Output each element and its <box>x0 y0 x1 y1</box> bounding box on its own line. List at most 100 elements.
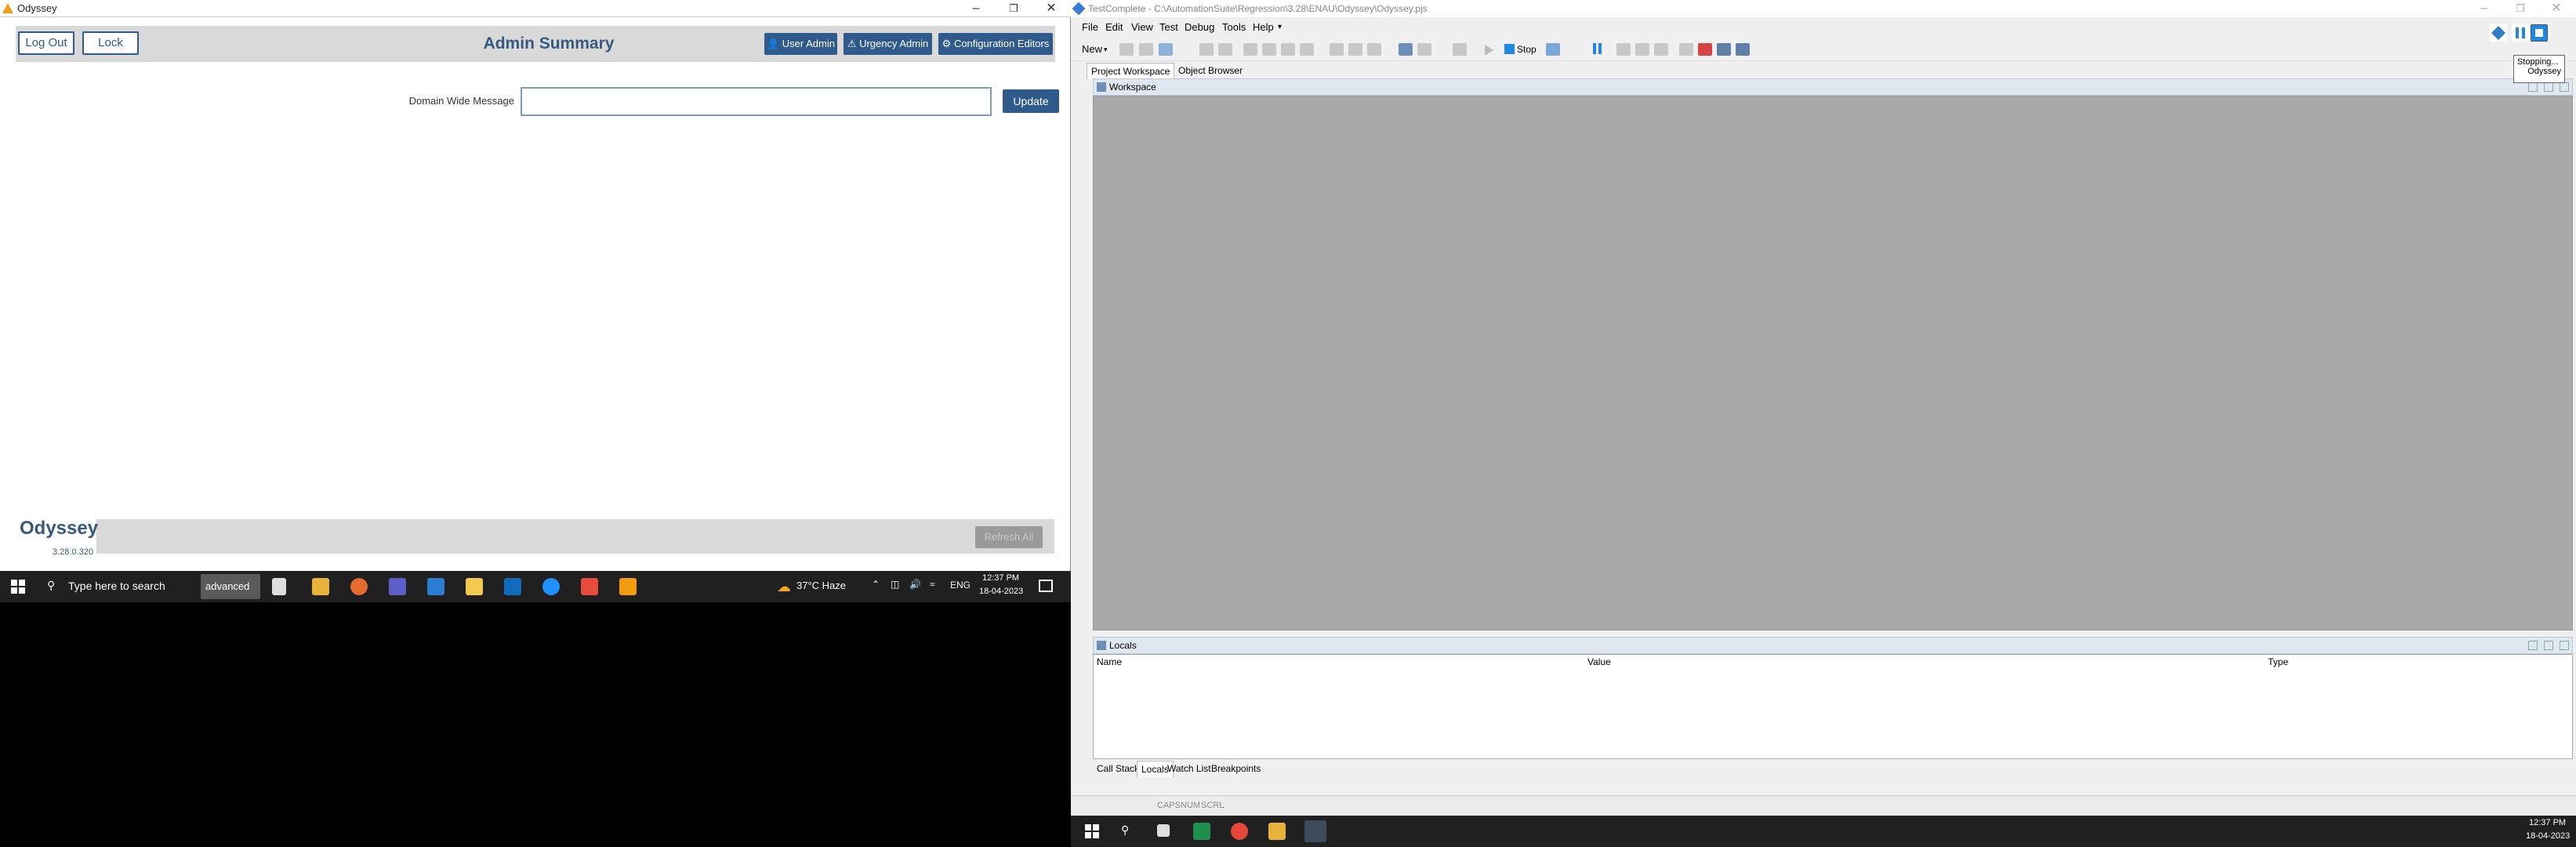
minimize-button[interactable]: – <box>958 0 994 17</box>
refresh-all-button[interactable]: Refresh All <box>975 526 1043 548</box>
save-icon[interactable] <box>1139 43 1153 56</box>
tc-minimize-button[interactable]: – <box>2466 0 2502 17</box>
step-into-icon[interactable] <box>1635 43 1649 56</box>
close-button[interactable]: ✕ <box>1033 0 1069 17</box>
clock-time[interactable]: 12:37 PM <box>982 573 1019 583</box>
menu-tools[interactable]: Tools <box>1222 17 1246 38</box>
volume-icon[interactable]: 🔊 <box>909 579 921 590</box>
testcomplete-taskbar-icon[interactable] <box>1304 820 1326 842</box>
open-icon[interactable] <box>1119 43 1134 56</box>
undo-icon[interactable] <box>1199 43 1214 56</box>
menu-test[interactable]: Test <box>1159 17 1178 38</box>
delete-icon[interactable] <box>1300 43 1314 56</box>
file-explorer-icon[interactable] <box>312 578 329 595</box>
app-icon[interactable] <box>427 578 444 595</box>
indent-icon[interactable] <box>1330 43 1344 56</box>
lock-button[interactable]: Lock <box>82 31 139 55</box>
menu-debug[interactable]: Debug <box>1185 17 1214 38</box>
edge-icon[interactable] <box>542 578 560 595</box>
domain-message-input[interactable] <box>521 87 992 116</box>
menu-help[interactable]: Help <box>1253 17 1274 38</box>
file-explorer-icon-2[interactable] <box>1268 823 1286 840</box>
excel-icon[interactable] <box>1193 823 1210 840</box>
tools-icon[interactable] <box>1736 43 1750 56</box>
user-admin-button[interactable]: 👤 User Admin <box>764 33 837 55</box>
menu-file[interactable]: File <box>1082 17 1098 38</box>
notification-icon[interactable] <box>1039 580 1053 592</box>
wifi-icon[interactable]: ≈ <box>930 579 935 590</box>
project-icon[interactable] <box>1159 43 1173 56</box>
debug-agent-icon[interactable] <box>1717 43 1731 56</box>
tab-call-stack[interactable]: Call Stack <box>1093 761 1143 776</box>
breakpoint-icon[interactable] <box>1698 43 1712 56</box>
tab-project-workspace[interactable]: Project Workspace <box>1087 63 1175 79</box>
teams-icon[interactable] <box>389 578 406 595</box>
locals-close-icon[interactable] <box>2560 641 2569 650</box>
object-spy-icon[interactable] <box>1399 43 1413 56</box>
column-type[interactable]: Type <box>2268 656 2288 667</box>
tc-close-button[interactable]: ✕ <box>2538 0 2574 17</box>
firefox-icon[interactable] <box>350 578 368 595</box>
windows-start-icon-2[interactable] <box>1085 824 1099 838</box>
notes-icon[interactable] <box>466 578 483 595</box>
run-icon[interactable] <box>1485 45 1493 56</box>
paste-icon[interactable] <box>1281 43 1295 56</box>
new-button[interactable]: New <box>1082 39 1102 60</box>
clock-time-2[interactable]: 12:37 PM <box>2529 818 2566 827</box>
copy-icon[interactable] <box>1262 43 1276 56</box>
clock-date-2[interactable]: 18-04-2023 <box>2526 831 2570 841</box>
step-over-icon[interactable] <box>1616 43 1631 56</box>
tab-object-browser[interactable]: Object Browser <box>1174 63 1246 78</box>
weather-text[interactable]: 37°C Haze <box>796 580 846 591</box>
cut-icon[interactable] <box>1243 43 1257 56</box>
evaluate-icon[interactable] <box>1679 43 1693 56</box>
close-panel-icon[interactable] <box>2560 82 2569 92</box>
step-icon[interactable] <box>1546 43 1560 56</box>
column-value[interactable]: Value <box>1587 656 1611 667</box>
advanced-app-button[interactable]: advanced <box>201 574 260 599</box>
locals-pin-icon[interactable] <box>2528 641 2538 650</box>
search-icon[interactable]: ⚲ <box>47 579 55 592</box>
menu-view[interactable]: View <box>1131 17 1153 38</box>
tab-breakpoints[interactable]: Breakpoints <box>1207 761 1264 776</box>
stop-icon[interactable] <box>1504 44 1515 54</box>
tc-restore-button[interactable]: ❐ <box>2502 0 2538 17</box>
restore-button[interactable]: ❐ <box>996 0 1032 17</box>
outlook-icon[interactable] <box>504 578 521 595</box>
menu-overflow-icon[interactable]: ▾ <box>1278 17 1282 38</box>
language-indicator[interactable]: ENG <box>950 580 971 591</box>
pause-icon[interactable] <box>1593 43 1596 54</box>
chrome-icon[interactable] <box>1231 823 1248 840</box>
playback-pause-icon[interactable] <box>2512 24 2529 42</box>
windows-start-icon[interactable] <box>11 580 25 594</box>
urgency-admin-button[interactable]: ⚠ Urgency Admin <box>844 33 932 55</box>
log-out-button[interactable]: Log Out <box>18 31 74 55</box>
tray-chevron-icon[interactable]: ⌃ <box>872 579 880 590</box>
stop-button[interactable]: Stop <box>1517 39 1537 60</box>
taskbar-search-box[interactable]: Type here to search <box>68 580 165 592</box>
redo-icon[interactable] <box>1218 43 1232 56</box>
odyssey-taskbar-icon[interactable] <box>619 578 637 595</box>
search-icon-2[interactable]: ⚲ <box>1121 823 1129 837</box>
locals-grid[interactable]: Name Value Type <box>1093 654 2573 759</box>
menu-edit[interactable]: Edit <box>1105 17 1123 38</box>
minimize-panel-icon[interactable] <box>2544 82 2553 92</box>
step-out-icon[interactable] <box>1654 43 1668 56</box>
column-name[interactable]: Name <box>1097 656 1122 667</box>
task-view-icon[interactable] <box>272 578 286 595</box>
playback-stop-icon[interactable] <box>2531 24 2548 42</box>
record-icon[interactable] <box>1453 43 1467 56</box>
pin-icon[interactable] <box>2528 82 2538 92</box>
configuration-editors-button[interactable]: ⚙ Configuration Editors <box>938 33 1053 55</box>
spy-options-icon[interactable] <box>1417 43 1431 56</box>
clock-date[interactable]: 18-04-2023 <box>979 587 1023 596</box>
task-view-icon-2[interactable] <box>1157 824 1170 837</box>
network-icon[interactable]: ◫ <box>891 579 899 590</box>
comment-icon[interactable] <box>1367 43 1381 56</box>
locals-minimize-icon[interactable] <box>2544 641 2553 650</box>
app-icon-2[interactable] <box>581 578 598 595</box>
workspace-area[interactable] <box>1093 96 2573 631</box>
outdent-icon[interactable] <box>1348 43 1362 56</box>
new-dropdown-icon[interactable]: ▾ <box>1104 39 1108 60</box>
update-button[interactable]: Update <box>1003 89 1059 113</box>
